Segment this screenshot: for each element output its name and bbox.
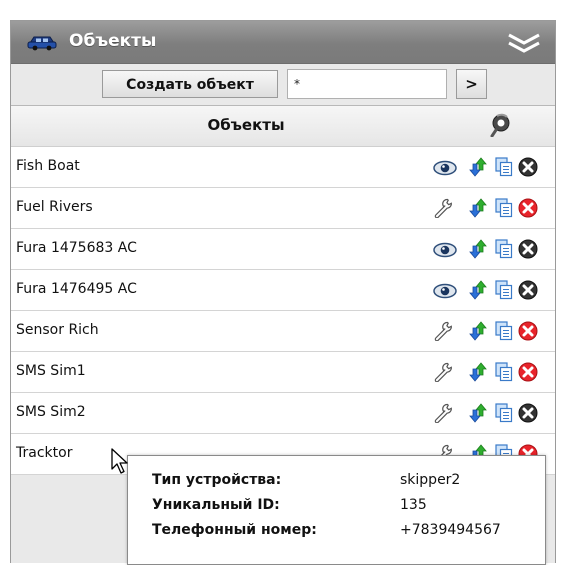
wrench-icon[interactable] xyxy=(433,403,453,423)
red-x-circle-icon[interactable] xyxy=(518,321,538,341)
move-arrows-icon[interactable] xyxy=(469,403,487,423)
object-name[interactable]: Fuel Rivers xyxy=(16,199,93,215)
table-header: Объекты xyxy=(11,106,555,147)
object-name[interactable]: Sensor Rich xyxy=(16,322,99,338)
phone-label: Телефонный номер: xyxy=(152,522,317,538)
copy-icon[interactable] xyxy=(495,362,513,382)
red-x-circle-icon[interactable] xyxy=(518,198,538,218)
gray-x-circle-icon[interactable] xyxy=(518,280,538,300)
eye-icon[interactable] xyxy=(433,242,457,258)
object-info-tooltip: Тип устройства: skipper2 Уникальный ID: 13… xyxy=(127,455,546,565)
wrench-icon[interactable] xyxy=(433,321,453,341)
object-name[interactable]: Fura 1475683 AC xyxy=(16,240,137,256)
eye-icon[interactable] xyxy=(433,160,457,176)
move-arrows-icon[interactable] xyxy=(469,321,487,341)
panel-header: Объекты xyxy=(11,21,555,64)
wrench-icon[interactable] xyxy=(433,198,453,218)
car-icon xyxy=(27,36,57,51)
copy-icon[interactable] xyxy=(495,198,513,218)
device-type-value: skipper2 xyxy=(400,472,461,488)
unique-id-label: Уникальный ID: xyxy=(152,497,280,513)
collapse-icon[interactable] xyxy=(507,31,541,55)
move-arrows-icon[interactable] xyxy=(469,362,487,382)
mouse-cursor-icon xyxy=(111,448,128,474)
toolbar: Создать объект > xyxy=(11,64,555,104)
gray-x-circle-icon[interactable] xyxy=(518,403,538,423)
copy-icon[interactable] xyxy=(495,157,513,177)
apply-filter-button[interactable]: > xyxy=(456,69,487,99)
move-arrows-icon[interactable] xyxy=(469,280,487,300)
red-x-circle-icon[interactable] xyxy=(518,362,538,382)
copy-icon[interactable] xyxy=(495,280,513,300)
phone-value: +7839494567 xyxy=(400,522,501,538)
move-arrows-icon[interactable] xyxy=(469,198,487,218)
object-name[interactable]: SMS Sim2 xyxy=(16,404,86,420)
table-header-title: Объекты xyxy=(207,116,285,134)
copy-icon[interactable] xyxy=(495,321,513,341)
table-row[interactable]: Fura 1475683 AC xyxy=(11,229,555,270)
move-arrows-icon[interactable] xyxy=(469,239,487,259)
settings-icon[interactable] xyxy=(489,113,513,137)
wrench-icon[interactable] xyxy=(433,362,453,382)
create-object-button[interactable]: Создать объект xyxy=(102,70,278,98)
gray-x-circle-icon[interactable] xyxy=(518,239,538,259)
table-row[interactable]: Sensor Rich xyxy=(11,311,555,352)
table-row[interactable]: SMS Sim2 xyxy=(11,393,555,434)
table-row[interactable]: Fish Boat xyxy=(11,147,555,188)
object-name[interactable]: Tracktor xyxy=(16,445,72,461)
object-name[interactable]: Fura 1476495 AC xyxy=(16,281,137,297)
table-row[interactable]: Fura 1476495 AC xyxy=(11,270,555,311)
filter-input[interactable] xyxy=(287,69,447,99)
move-arrows-icon[interactable] xyxy=(469,157,487,177)
objects-table: Объекты Fish Boat Fuel Rivers Fura 1475683… xyxy=(11,105,555,475)
object-name[interactable]: SMS Sim1 xyxy=(16,363,86,379)
panel-title: Объекты xyxy=(69,31,157,51)
gray-x-circle-icon[interactable] xyxy=(518,157,538,177)
device-type-label: Тип устройства: xyxy=(152,472,282,488)
unique-id-value: 135 xyxy=(400,497,427,513)
table-row[interactable]: Fuel Rivers xyxy=(11,188,555,229)
table-row[interactable]: SMS Sim1 xyxy=(11,352,555,393)
object-name[interactable]: Fish Boat xyxy=(16,158,80,174)
copy-icon[interactable] xyxy=(495,403,513,423)
eye-icon[interactable] xyxy=(433,283,457,299)
copy-icon[interactable] xyxy=(495,239,513,259)
